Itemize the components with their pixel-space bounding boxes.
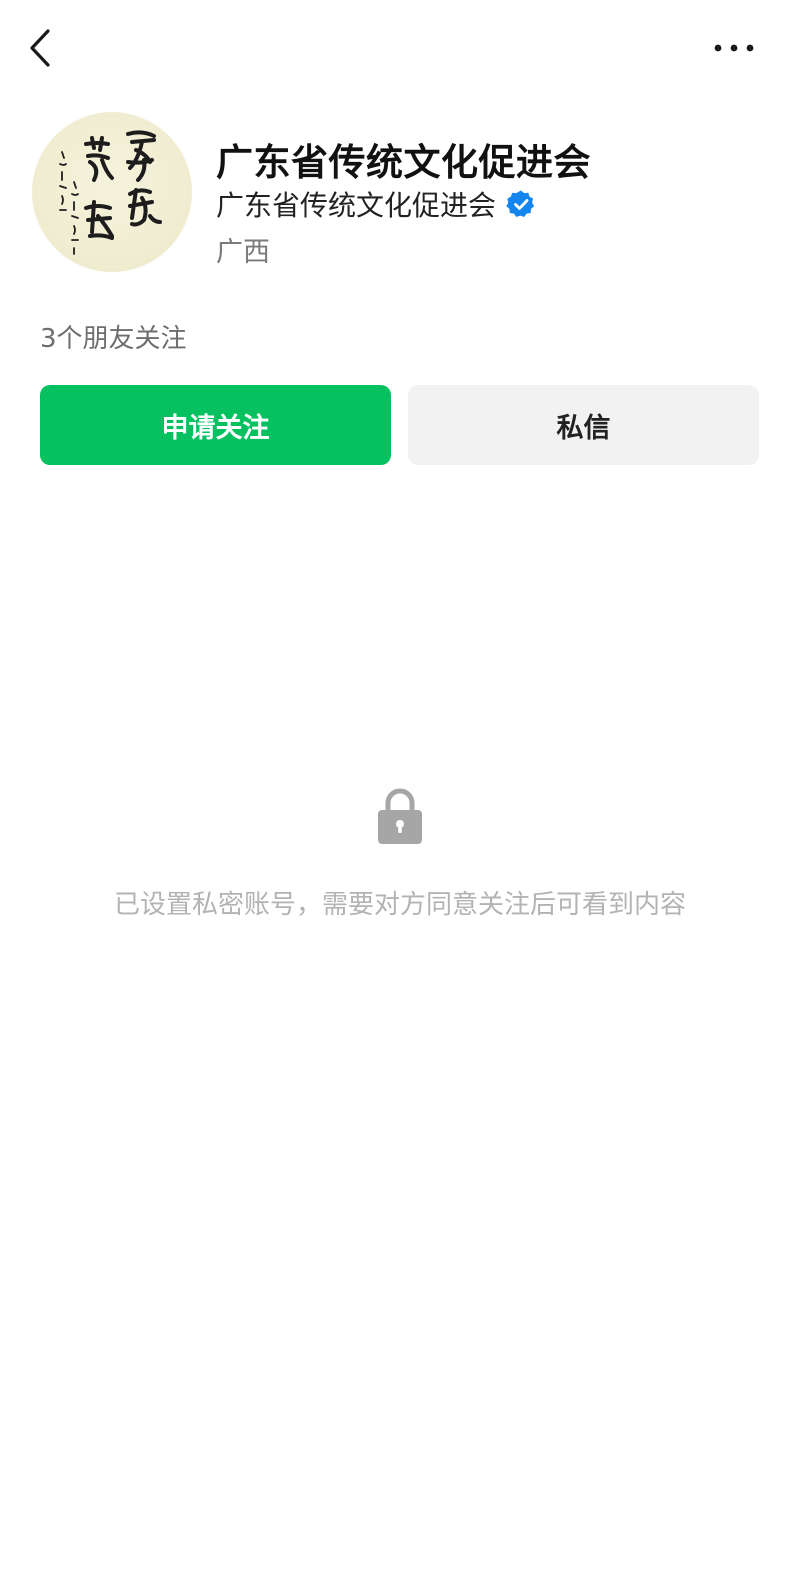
verified-badge-icon (506, 190, 535, 217)
top-bar (0, 0, 800, 100)
avatar[interactable] (32, 112, 192, 272)
private-message-button[interactable]: 私信 (408, 385, 759, 465)
private-account-notice: 已设置私密账号，需要对方同意关注后可看到内容 (113, 890, 686, 920)
request-follow-button[interactable]: 申请关注 (40, 385, 391, 465)
more-options-button[interactable] (708, 26, 760, 70)
profile-nickname: 广东省传统文化促进会 (216, 141, 591, 184)
more-horizontal-icon (714, 44, 754, 52)
friends-follow-count[interactable]: 3个朋友关注 (40, 318, 187, 355)
account-name-row: 广东省传统文化促进会 (216, 184, 536, 224)
account-name: 广东省传统文化促进会 (216, 189, 497, 222)
chevron-left-icon (30, 29, 50, 67)
back-button[interactable] (18, 26, 62, 70)
calligraphy-avatar-image (59, 130, 162, 255)
lock-icon (378, 788, 422, 844)
profile-region: 广西 (216, 237, 270, 268)
profile-header: 广东省传统文化促进会 广东省传统文化促进会 广西 (32, 112, 768, 282)
